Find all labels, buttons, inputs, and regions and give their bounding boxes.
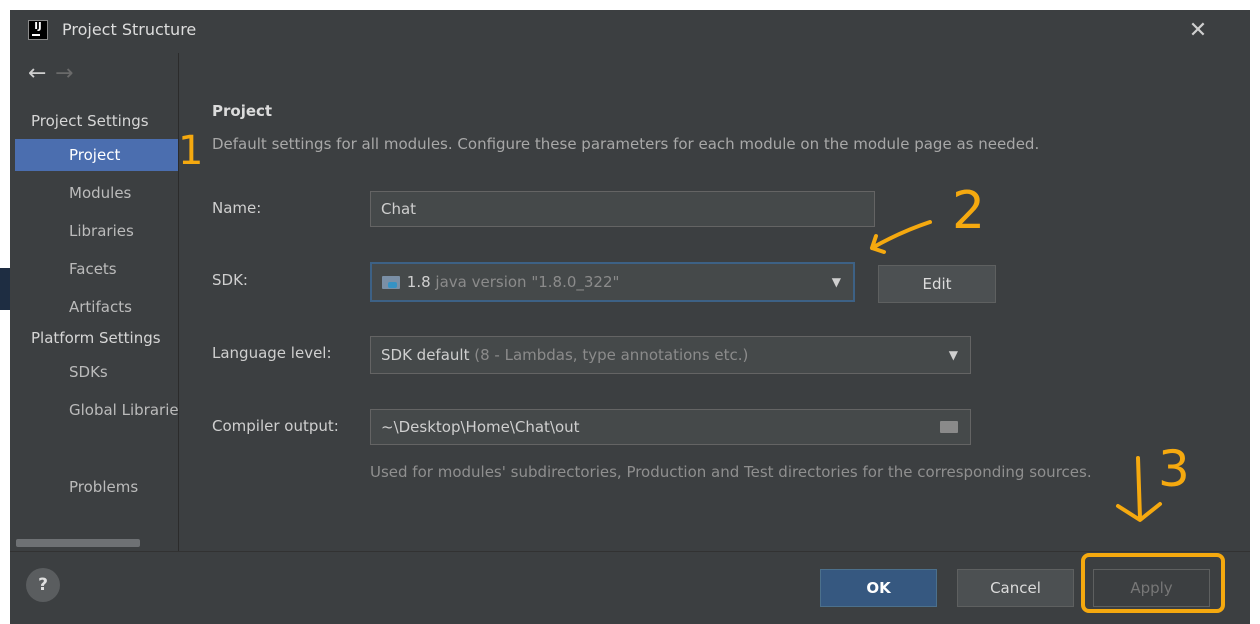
language-level-value: SDK default [381,346,470,364]
compiler-output-hint: Used for modules' subdirectories, Produc… [370,463,1092,481]
compiler-output-label: Compiler output: [212,417,339,435]
sdk-folder-icon [382,276,400,289]
background-window-strip [0,0,10,624]
compiler-output-input[interactable]: ~\Desktop\Home\Chat\out [370,409,971,445]
project-settings-header: Project Settings [31,112,149,130]
sdk-detail: java version "1.8.0_322" [435,273,620,291]
section-title: Project [212,102,273,120]
title-bar: IJ Project Structure ✕ [10,10,1250,53]
sdk-label: SDK: [212,271,248,289]
back-arrow-icon[interactable]: ← [28,61,46,86]
sidebar-item-problems[interactable]: Problems [15,471,178,503]
logo-text: IJ [34,21,42,32]
name-input[interactable]: Chat [370,191,875,227]
browse-folder-icon[interactable] [940,421,958,433]
close-icon[interactable]: ✕ [1180,14,1216,48]
chevron-down-icon: ▼ [948,348,958,362]
sdk-dropdown[interactable]: 1.8 java version "1.8.0_322" ▼ [370,262,855,302]
platform-settings-header: Platform Settings [31,329,161,347]
logo-underline [32,34,40,36]
ok-button[interactable]: OK [820,569,937,607]
language-level-detail: (8 - Lambdas, type annotations etc.) [474,346,749,364]
sidebar-item-global-libraries[interactable]: Global Libraries [15,394,178,426]
language-level-label: Language level: [212,344,332,362]
chevron-down-icon: ▼ [831,275,841,289]
sidebar-item-artifacts[interactable]: Artifacts [15,291,178,323]
background-highlight [0,268,10,310]
section-description: Default settings for all modules. Config… [212,135,1040,153]
help-button[interactable]: ? [26,568,60,602]
forward-arrow-icon[interactable]: → [55,61,73,86]
name-label: Name: [212,199,262,217]
dialog-footer: ? OK Cancel Apply [10,552,1250,624]
sidebar-item-libraries[interactable]: Libraries [15,215,178,247]
edit-sdk-button[interactable]: Edit [878,265,996,303]
project-settings-panel: Project Default settings for all modules… [179,53,1250,551]
sidebar: ← → Project Settings Project Modules Lib… [10,53,178,551]
intellij-logo-icon: IJ [28,20,48,40]
window-title: Project Structure [62,20,197,39]
sidebar-scrollbar[interactable] [16,539,140,547]
language-level-dropdown[interactable]: SDK default (8 - Lambdas, type annotatio… [370,336,971,374]
sidebar-item-modules[interactable]: Modules [15,177,178,209]
apply-button[interactable]: Apply [1093,569,1210,607]
sidebar-item-facets[interactable]: Facets [15,253,178,285]
sdk-version: 1.8 [406,273,431,291]
sidebar-item-sdks[interactable]: SDKs [15,356,178,388]
project-structure-dialog: IJ Project Structure ✕ ← → Project Setti… [10,10,1250,624]
compiler-output-value: ~\Desktop\Home\Chat\out [381,418,580,436]
cancel-button[interactable]: Cancel [957,569,1074,607]
sidebar-item-project[interactable]: Project [15,139,178,171]
